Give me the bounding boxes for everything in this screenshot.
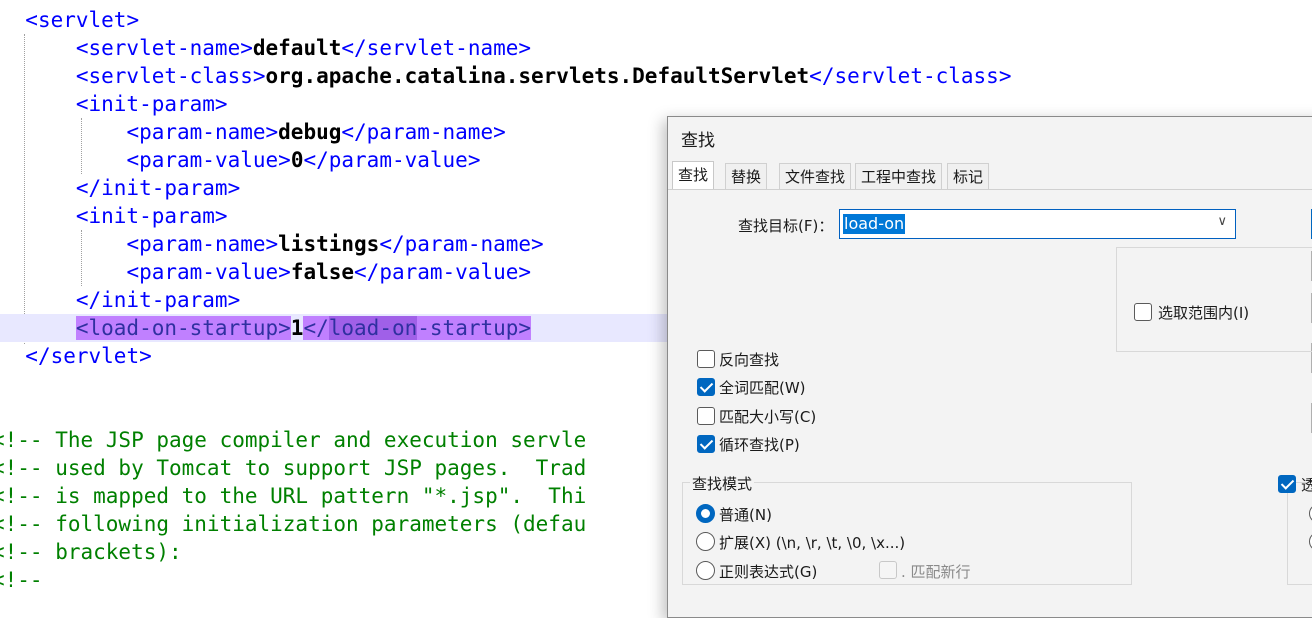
xml-tag: <servlet>: [25, 8, 140, 32]
transparency-group: [1287, 482, 1312, 585]
search-mode-title: 查找模式: [690, 473, 755, 494]
find-what-label: 查找目标(F)：: [738, 217, 834, 235]
xml-value: default: [252, 36, 342, 60]
xml-tag: </param-name>: [379, 232, 544, 256]
dialog-title: 查找: [681, 131, 715, 151]
xml-tag: <init-param>: [75, 204, 228, 228]
xml-value: false: [290, 260, 355, 284]
find-what-combobox[interactable]: load-on ∨: [839, 209, 1236, 239]
xml-value: 0: [290, 148, 304, 172]
whole-word-checkbox[interactable]: [697, 378, 715, 396]
tab-find[interactable]: 查找: [672, 161, 715, 189]
in-selection-label: 选取范围内(I): [1158, 304, 1250, 322]
find-dialog: 查找 查找 替换 文件查找 工程中查找 标记 查找目标(F)： load-on …: [667, 116, 1312, 618]
find-what-input[interactable]: load-on: [843, 214, 906, 234]
xml-tag: </servlet-name>: [341, 36, 532, 60]
code-line: <init-param>: [0, 90, 1312, 118]
dot-matches-newline-checkbox[interactable]: [879, 561, 897, 579]
backward-checkbox[interactable]: [697, 350, 715, 368]
regex-mode-label: 正则表达式(G): [719, 563, 818, 581]
xml-tag: </servlet>: [25, 344, 152, 368]
match-case-label: 匹配大小写(C): [719, 408, 817, 426]
xml-tag: </servlet-class>: [809, 64, 1012, 88]
backward-label: 反向查找: [719, 351, 780, 369]
code-line: <servlet-class>org.apache.catalina.servl…: [0, 62, 1312, 90]
match-case-checkbox[interactable]: [697, 407, 715, 425]
extended-mode-label: 扩展(X) (\n, \r, \t, \0, \x...): [719, 534, 906, 552]
xml-tag: <servlet-name>: [75, 36, 253, 60]
chevron-down-icon[interactable]: ∨: [1217, 214, 1227, 229]
regex-mode-radio[interactable]: [696, 561, 715, 580]
wrap-around-checkbox[interactable]: [697, 435, 715, 453]
xml-value: listings: [278, 232, 380, 256]
code-line: <servlet-name>default</servlet-name>: [0, 34, 1312, 62]
tab-divider: [668, 189, 1312, 190]
xml-value: debug: [278, 120, 342, 144]
selection-group: [1116, 247, 1312, 352]
line-text: [0, 8, 25, 32]
xml-value: 1: [290, 316, 304, 340]
normal-mode-radio[interactable]: [696, 504, 715, 523]
xml-tag: <param-name>: [126, 120, 279, 144]
dot-matches-newline-label: . 匹配新行: [901, 563, 971, 581]
xml-value: org.apache.catalina.servlets.DefaultServ…: [265, 64, 810, 88]
xml-tag: </init-param>: [75, 288, 241, 312]
tab-mark[interactable]: 标记: [947, 163, 990, 189]
xml-tag: </param-value>: [303, 148, 481, 172]
search-match-highlight: </: [303, 316, 329, 340]
xml-tag: </init-param>: [75, 176, 241, 200]
xml-tag: <servlet-class>: [75, 64, 266, 88]
wrap-around-label: 循环查找(P): [719, 436, 800, 454]
transparency-label: 透: [1301, 476, 1312, 494]
whole-word-label: 全词匹配(W): [719, 379, 806, 397]
tab-find-in-files[interactable]: 文件查找: [779, 163, 852, 189]
tab-find-in-project[interactable]: 工程中查找: [855, 163, 943, 189]
xml-tag: <param-name>: [126, 232, 279, 256]
selected-match: load-on: [328, 316, 418, 340]
xml-tag: </param-value>: [354, 260, 532, 284]
xml-tag: <init-param>: [75, 92, 228, 116]
search-match-highlight: <load-on-startup>: [75, 316, 291, 340]
transparency-checkbox[interactable]: [1278, 475, 1296, 493]
extended-mode-radio[interactable]: [696, 532, 715, 551]
xml-tag: <param-value>: [126, 260, 291, 284]
xml-tag: </param-name>: [341, 120, 506, 144]
in-selection-checkbox[interactable]: [1134, 303, 1152, 321]
code-line: <servlet>: [0, 6, 1312, 34]
tab-replace[interactable]: 替换: [725, 163, 768, 189]
xml-tag: <param-value>: [126, 148, 291, 172]
normal-mode-label: 普通(N): [719, 506, 772, 524]
search-match-highlight: -startup>: [417, 316, 532, 340]
